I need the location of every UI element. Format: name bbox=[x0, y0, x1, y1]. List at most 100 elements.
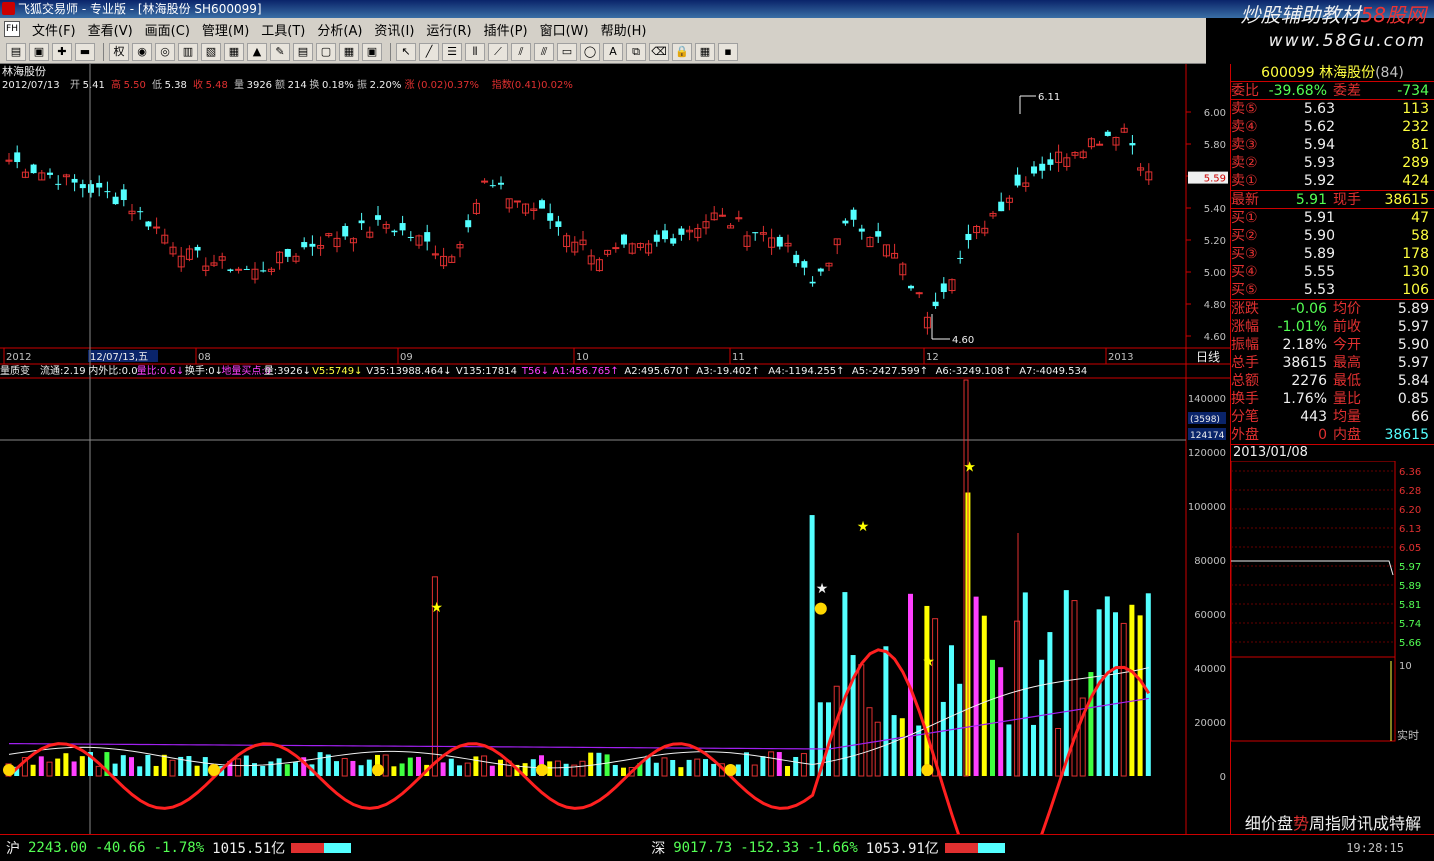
candle-body-down bbox=[342, 225, 349, 237]
quote-tab-10[interactable]: 解 bbox=[1405, 814, 1421, 834]
quote-tab-6[interactable]: 财 bbox=[1341, 814, 1357, 834]
palette-icon[interactable]: ▦ bbox=[695, 42, 715, 61]
price-tick-label: 5.20 bbox=[1204, 236, 1226, 247]
app-logo-icon[interactable]: FH bbox=[4, 21, 20, 37]
menu-item-5[interactable]: 分析(A) bbox=[311, 20, 368, 39]
menu-item-7[interactable]: 运行(R) bbox=[420, 20, 477, 39]
channel-tool-icon[interactable]: ⫽ bbox=[511, 42, 531, 61]
rights-button[interactable]: 权 bbox=[109, 42, 129, 61]
table-icon[interactable]: ▦ bbox=[339, 42, 359, 61]
mini-intraday-chart[interactable]: 6.36 6.28 6.20 6.13 6.05 5.97 5.89 5.81 5.74 5.66… bbox=[1230, 460, 1434, 761]
ellipse-tool-icon[interactable]: ◯ bbox=[580, 42, 600, 61]
bid-level-1: 买① 5.91 47 bbox=[1231, 209, 1434, 227]
kline-chart[interactable]: 林海股份 2012/07/13 开 5.41 高 5.50 低 5.38 收 5.48 量 3926 额… bbox=[0, 64, 1230, 861]
quote-tab-4[interactable]: 周 bbox=[1309, 814, 1325, 834]
quote-field-v1: -0.06 bbox=[1290, 301, 1327, 317]
volume-bar bbox=[71, 761, 77, 776]
volume-bar bbox=[399, 763, 405, 776]
candle-body-up bbox=[153, 226, 161, 229]
ask-level-4: 卖④ 5.62 232 bbox=[1231, 118, 1434, 136]
quote-field-k2: 前收 bbox=[1333, 319, 1361, 335]
quote-field-v1: 443 bbox=[1300, 409, 1327, 425]
menu-item-6[interactable]: 资讯(I) bbox=[368, 20, 420, 39]
candle-body-down bbox=[424, 232, 431, 242]
save-icon[interactable]: ▣ bbox=[29, 42, 49, 61]
smiley-marker-icon bbox=[208, 764, 220, 776]
add-icon[interactable]: ✚ bbox=[52, 42, 72, 61]
line-tool-icon[interactable]: ╱ bbox=[419, 42, 439, 61]
alert-icon[interactable]: ▲ bbox=[247, 42, 267, 61]
vol-header-field: A6:-3249.108↑ bbox=[936, 366, 1012, 377]
quote-name: 林海股份 bbox=[1319, 65, 1376, 81]
price-tick-label: 4.60 bbox=[1204, 332, 1226, 343]
menu-item-10[interactable]: 帮助(H) bbox=[595, 20, 653, 39]
quote-tab-5[interactable]: 指 bbox=[1325, 814, 1341, 834]
header-field-8: 5.48 bbox=[206, 80, 228, 91]
compare-icon[interactable]: ◎ bbox=[155, 42, 175, 61]
volume-bar bbox=[547, 761, 553, 776]
volume-bar bbox=[30, 764, 36, 776]
quote-tab-7[interactable]: 讯 bbox=[1357, 814, 1373, 834]
rect-tool-icon[interactable]: ▭ bbox=[557, 42, 577, 61]
copy-icon[interactable]: ⧉ bbox=[626, 42, 646, 61]
candle-body-down bbox=[1129, 143, 1136, 146]
quote-tab-9[interactable]: 特 bbox=[1389, 814, 1405, 834]
sz-breadth-bar bbox=[944, 843, 1005, 853]
pencil-icon[interactable]: ✎ bbox=[270, 42, 290, 61]
hline-tool-icon[interactable]: ☰ bbox=[442, 42, 462, 61]
open-icon[interactable]: ▤ bbox=[6, 42, 26, 61]
vline-tool-icon[interactable]: ⦀ bbox=[465, 42, 485, 61]
quote-field-k2: 内盘 bbox=[1333, 427, 1361, 443]
quote-tab-3[interactable]: 势 bbox=[1293, 814, 1309, 834]
price-tick-label: 5.40 bbox=[1204, 204, 1226, 215]
volume-bar bbox=[341, 758, 348, 777]
volume-bar bbox=[1006, 724, 1012, 776]
chart-icon[interactable]: ▥ bbox=[178, 42, 198, 61]
quote-field-v1: 2.18% bbox=[1282, 337, 1327, 353]
volume-bar bbox=[260, 765, 266, 776]
menu-item-1[interactable]: 查看(V) bbox=[82, 20, 139, 39]
candle-body-up bbox=[235, 268, 243, 271]
book-icon[interactable]: ▧ bbox=[201, 42, 221, 61]
chart-area[interactable]: 林海股份 2012/07/13 开 5.41 高 5.50 低 5.38 收 5.48 量 3926 额… bbox=[0, 64, 1230, 861]
bid-level-2-p: 5.90 bbox=[1303, 228, 1335, 244]
quote-tab-1[interactable]: 价 bbox=[1261, 814, 1277, 834]
window-icon[interactable]: ▢ bbox=[316, 42, 336, 61]
indicator-icon[interactable]: ◉ bbox=[132, 42, 152, 61]
header-field-14: 0.18% bbox=[322, 80, 354, 91]
bid-level-1-v: 47 bbox=[1411, 210, 1429, 226]
menu-item-3[interactable]: 管理(M) bbox=[196, 20, 255, 39]
lock-icon[interactable]: 🔒 bbox=[672, 42, 692, 61]
quote-field-v2: 5.84 bbox=[1397, 373, 1429, 389]
menu-item-0[interactable]: 文件(F) bbox=[26, 20, 82, 39]
quote-tab-2[interactable]: 盘 bbox=[1277, 814, 1293, 834]
menu-item-9[interactable]: 窗口(W) bbox=[534, 20, 595, 39]
ask-level-1-p: 5.92 bbox=[1303, 173, 1335, 189]
toolbar: ▤ ▣ ✚ ▬ 权 ◉ ◎ ▥ ▧ ▦ ▲ ✎ ▤ ▢ ▦ ▣ ↖ ╱ ☰ ⦀ … bbox=[0, 40, 1206, 64]
volume-bar bbox=[129, 757, 134, 776]
cursor-icon[interactable]: ↖ bbox=[396, 42, 416, 61]
parallel-tool-icon[interactable]: ⫻ bbox=[534, 42, 554, 61]
quote-tab-0[interactable]: 细 bbox=[1245, 814, 1261, 834]
volume-bar bbox=[751, 764, 758, 777]
grid-icon[interactable]: ▤ bbox=[293, 42, 313, 61]
remove-icon[interactable]: ▬ bbox=[75, 42, 95, 61]
sz-index: 9017.73 bbox=[673, 840, 733, 856]
fan-tool-icon[interactable]: ⟋ bbox=[488, 42, 508, 61]
menu-item-8[interactable]: 插件(P) bbox=[478, 20, 534, 39]
quote-tab-8[interactable]: 成 bbox=[1373, 814, 1389, 834]
layout-icon[interactable]: ▣ bbox=[362, 42, 382, 61]
news-icon[interactable]: ▦ bbox=[224, 42, 244, 61]
banner-url: www.58Gu.com bbox=[1268, 31, 1426, 51]
vol-header-field: A2:495.670↑ bbox=[624, 366, 690, 377]
quote-field-v2: 0.85 bbox=[1397, 391, 1429, 407]
volume-bar bbox=[916, 725, 922, 776]
now-vol-label: 现手 bbox=[1333, 192, 1361, 208]
candle-body-down bbox=[358, 220, 365, 224]
vol-header-field: 量比:0.6↓ bbox=[137, 365, 185, 377]
erase-icon[interactable]: ⌫ bbox=[649, 42, 669, 61]
text-tool-icon[interactable]: A bbox=[603, 42, 623, 61]
menu-item-4[interactable]: 工具(T) bbox=[255, 20, 311, 39]
disk-icon[interactable]: ▪ bbox=[718, 42, 738, 61]
menu-item-2[interactable]: 画面(C) bbox=[139, 20, 196, 39]
